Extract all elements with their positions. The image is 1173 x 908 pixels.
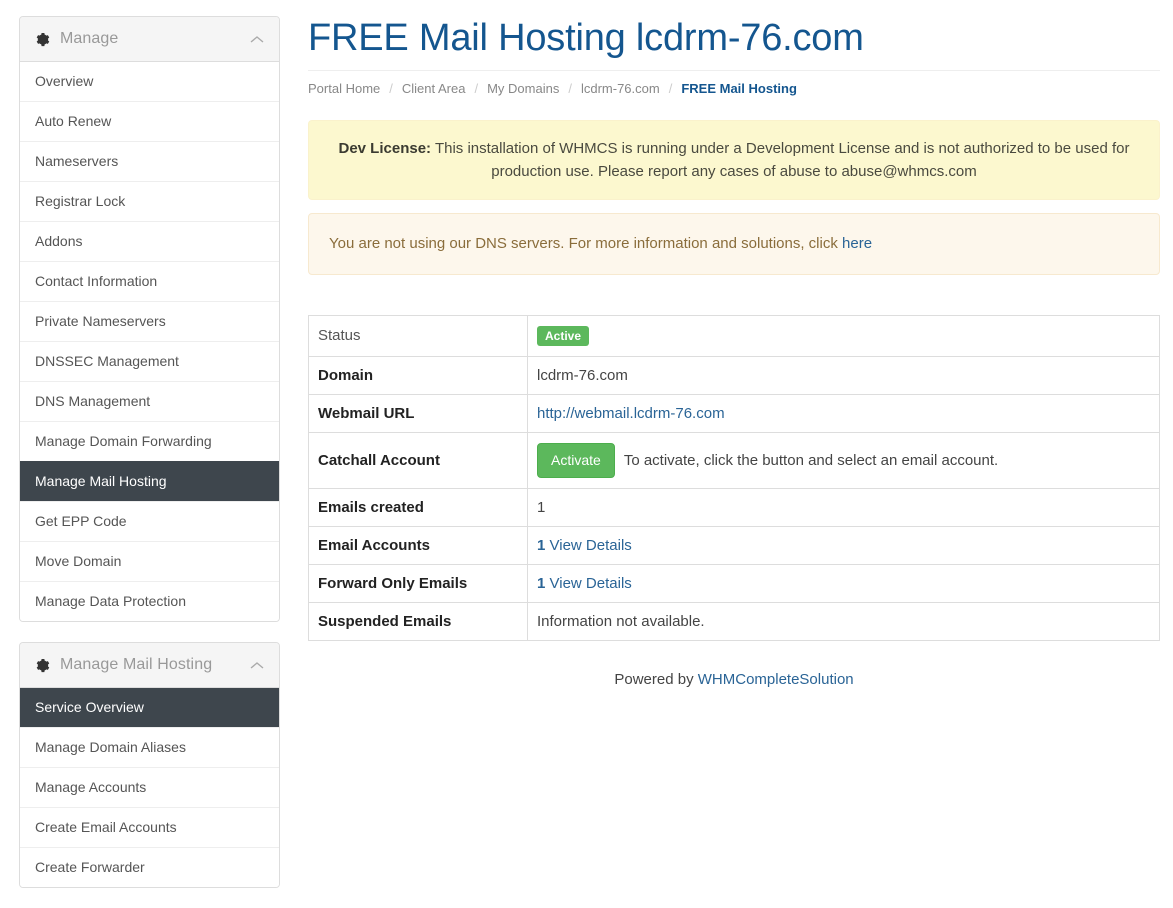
dns-warning-alert: You are not using our DNS servers. For m… [308,213,1160,275]
sidebar-item-private-nameservers[interactable]: Private Nameservers [20,301,279,341]
page-title: FREE Mail Hosting lcdrm-76.com [308,12,1160,71]
sidebar-item-manage-mail-hosting[interactable]: Manage Mail Hosting [20,461,279,501]
powered-by-prefix: Powered by [614,671,698,689]
breadcrumb-link-portal-home[interactable]: Portal Home [308,81,380,96]
catchall-hint-text: To activate, click the button and select… [623,451,999,469]
sidebar-item-manage-accounts[interactable]: Manage Accounts [20,767,279,807]
sidebar-item-manage-data-protection[interactable]: Manage Data Protection [20,581,279,621]
sidebar-panel-manage-header[interactable]: Manage [20,17,279,62]
powered-by-footer: Powered by WHMCompleteSolution [308,671,1160,688]
sidebar-item-create-email-accounts[interactable]: Create Email Accounts [20,807,279,847]
sidebar-item-overview[interactable]: Overview [20,62,279,101]
dev-license-alert-strong: Dev License: [338,139,432,157]
sidebar-mail-hosting-list: Service Overview Manage Domain Aliases M… [20,688,279,887]
row-value-suspended-emails: Information not available. [527,602,1160,641]
breadcrumb-separator: / [474,80,479,96]
sidebar-manage-list: Overview Auto Renew Nameservers Registra… [20,62,279,621]
row-label-status: Status [308,315,528,357]
sidebar-item-manage-domain-aliases[interactable]: Manage Domain Aliases [20,727,279,767]
row-value-status: Active [528,315,1160,356]
email-accounts-view-details-link[interactable]: View Details [550,537,632,554]
forward-only-emails-count: 1 [537,575,546,593]
status-badge: Active [537,325,590,346]
breadcrumb-item-portal-home[interactable]: Portal Home / [308,81,402,96]
sidebar-item-get-epp-code[interactable]: Get EPP Code [20,501,279,541]
sidebar: Manage Overview Auto Renew Nameservers R… [0,0,280,908]
sidebar-item-addons[interactable]: Addons [20,221,279,261]
sidebar-item-auto-renew[interactable]: Auto Renew [20,101,279,141]
sidebar-panel-mail-hosting-header[interactable]: Manage Mail Hosting [20,643,279,688]
table-row: Emails created 1 [308,488,1160,527]
breadcrumb-item-current: FREE Mail Hosting [681,81,797,96]
breadcrumb-separator: / [389,80,393,96]
chevron-up-icon[interactable] [250,661,264,670]
table-row: Webmail URL http://webmail.lcdrm-76.com [308,393,1160,433]
row-label-email-accounts: Email Accounts [308,526,528,565]
row-value-forward-only-emails: 1 View Details [527,564,1160,603]
breadcrumb-current-label: FREE Mail Hosting [681,80,797,96]
email-accounts-count: 1 [537,537,546,555]
breadcrumb-item-domain[interactable]: lcdrm-76.com / [581,81,681,96]
table-row: Email Accounts 1 View Details [308,526,1160,565]
breadcrumb-link-domain[interactable]: lcdrm-76.com [581,81,660,96]
sidebar-item-move-domain[interactable]: Move Domain [20,541,279,581]
webmail-url-link[interactable]: http://webmail.lcdrm-76.com [537,405,725,422]
sidebar-item-contact-information[interactable]: Contact Information [20,261,279,301]
sidebar-item-manage-domain-forwarding[interactable]: Manage Domain Forwarding [20,421,279,461]
gear-icon [35,32,50,47]
dns-warning-text: You are not using our DNS servers. For m… [329,235,843,253]
table-row: Forward Only Emails 1 View Details [308,564,1160,603]
row-label-webmail-url: Webmail URL [308,393,528,433]
table-row: Status Active [308,315,1160,357]
forward-only-emails-view-details-link[interactable]: View Details [550,575,632,592]
row-value-emails-created: 1 [527,488,1160,527]
row-label-catchall-account: Catchall Account [308,431,528,489]
dns-warning-here-link[interactable]: here [842,235,872,252]
sidebar-panel-mail-hosting: Manage Mail Hosting Service Overview Man… [19,642,280,888]
sidebar-panel-mail-hosting-title: Manage Mail Hosting [60,656,213,673]
row-label-suspended-emails: Suspended Emails [308,602,528,641]
gear-icon [35,658,50,673]
breadcrumb-item-client-area[interactable]: Client Area / [402,81,487,96]
breadcrumb-item-my-domains[interactable]: My Domains / [487,81,581,96]
row-label-forward-only-emails: Forward Only Emails [308,564,528,603]
sidebar-item-registrar-lock[interactable]: Registrar Lock [20,181,279,221]
breadcrumb-link-my-domains[interactable]: My Domains [487,81,559,96]
dev-license-alert-text: This installation of WHMCS is running un… [431,139,1130,181]
sidebar-item-dns-management[interactable]: DNS Management [20,381,279,421]
breadcrumb-separator: / [568,80,572,96]
sidebar-item-service-overview[interactable]: Service Overview [20,688,279,727]
chevron-up-icon[interactable] [250,35,264,44]
row-value-email-accounts: 1 View Details [527,526,1160,565]
row-value-catchall-account: Activate To activate, click the button an… [527,431,1160,489]
table-row: Catchall Account Activate To activate, cl… [308,431,1160,489]
sidebar-item-create-forwarder[interactable]: Create Forwarder [20,847,279,887]
sidebar-panel-manage-title: Manage [60,30,119,47]
sidebar-panel-manage: Manage Overview Auto Renew Nameservers R… [19,16,280,622]
activate-catchall-button[interactable]: Activate [537,442,615,479]
service-info-table-wrap: Status Active Domain lcdrm-76.com Webmai… [308,314,1160,642]
table-row: Suspended Emails Information not availab… [308,602,1160,641]
row-value-webmail-url: http://webmail.lcdrm-76.com [527,393,1160,433]
whmcs-link[interactable]: WHMCompleteSolution [698,671,854,688]
row-label-domain: Domain [308,355,528,395]
breadcrumb-link-client-area[interactable]: Client Area [402,81,466,96]
dev-license-alert: Dev License: This installation of WHMCS … [308,119,1160,201]
breadcrumb: Portal Home / Client Area / My Domains /… [308,71,1160,96]
main-content: FREE Mail Hosting lcdrm-76.com Portal Ho… [280,0,1173,688]
table-row: Domain lcdrm-76.com [308,355,1160,395]
sidebar-item-nameservers[interactable]: Nameservers [20,141,279,181]
page-root: Manage Overview Auto Renew Nameservers R… [0,0,1173,890]
breadcrumb-separator: / [668,80,673,96]
sidebar-item-dnssec-management[interactable]: DNSSEC Management [20,341,279,381]
service-info-table: Status Active Domain lcdrm-76.com Webmai… [308,314,1160,642]
row-value-domain: lcdrm-76.com [527,355,1160,395]
row-label-emails-created: Emails created [308,488,528,527]
